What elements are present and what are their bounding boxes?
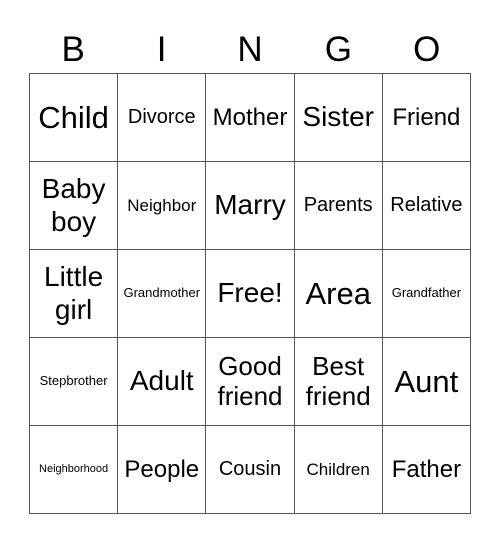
bingo-cell[interactable]: Children [294, 426, 383, 514]
header-letter-o: O [413, 30, 441, 69]
bingo-cell[interactable]: Parents [294, 162, 383, 250]
bingo-cell[interactable]: Best friend [294, 338, 383, 426]
bingo-cell[interactable]: Mother [206, 74, 295, 162]
bingo-cell[interactable]: Stepbrother [30, 338, 119, 426]
bingo-cell[interactable]: Neighbor [118, 162, 207, 250]
bingo-cell[interactable]: Area [294, 250, 383, 338]
header-letter-i: I [156, 30, 167, 69]
bingo-cell[interactable]: Grandmother [118, 250, 207, 338]
header-letter-g: G [324, 30, 352, 69]
bingo-cell[interactable]: Good friend [206, 338, 295, 426]
bingo-cell[interactable]: Marry [206, 162, 295, 250]
header-letter-n: N [237, 30, 263, 69]
bingo-cell[interactable]: Divorce [118, 74, 207, 162]
bingo-cell[interactable]: Sister [294, 74, 383, 162]
header-letter-b: B [61, 30, 85, 69]
bingo-cell[interactable]: Aunt [382, 338, 471, 426]
bingo-cell[interactable]: Little girl [30, 250, 119, 338]
bingo-cell[interactable]: Relative [382, 162, 471, 250]
bingo-cell[interactable]: Friend [382, 74, 471, 162]
bingo-cell-free[interactable]: Free! [206, 250, 295, 338]
bingo-header: B I N G O [29, 30, 471, 70]
bingo-cell[interactable]: Adult [118, 338, 207, 426]
bingo-cell[interactable]: People [118, 426, 207, 514]
bingo-cell[interactable]: Grandfather [382, 250, 471, 338]
bingo-cell[interactable]: Father [382, 426, 471, 514]
bingo-card-grid: Child Divorce Mother Sister Friend Baby … [29, 73, 471, 514]
bingo-cell[interactable]: Child [30, 74, 119, 162]
bingo-cell[interactable]: Cousin [206, 426, 295, 514]
bingo-cell[interactable]: Neighborhood [30, 426, 119, 514]
bingo-cell[interactable]: Baby boy [30, 162, 119, 250]
